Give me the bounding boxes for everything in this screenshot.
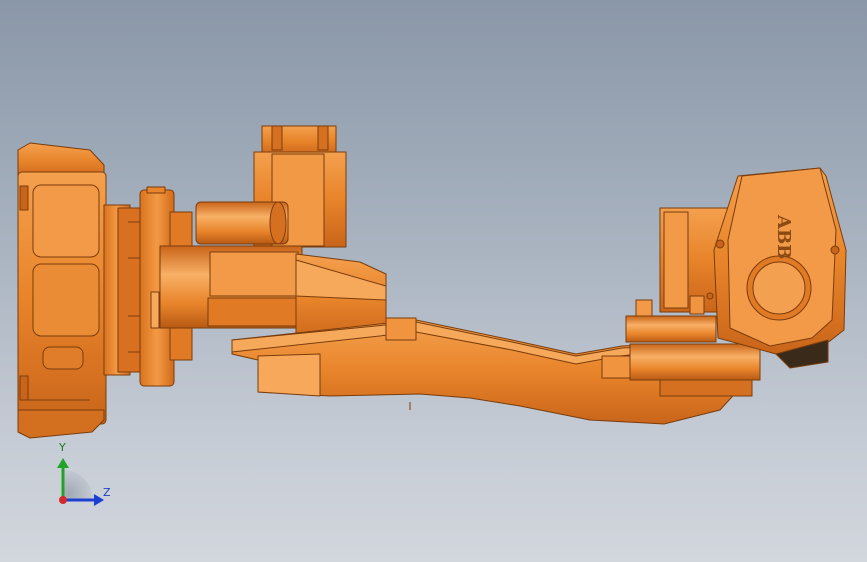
x-axis-dot: [59, 496, 67, 504]
y-axis-label: Y: [59, 441, 66, 454]
base-plate: [17, 142, 107, 439]
balancer-cylinder: [195, 201, 289, 245]
robot-model[interactable]: ABB: [0, 0, 867, 562]
brand-logo: ABB: [773, 214, 794, 259]
upper-arm-housing: [706, 167, 847, 369]
z-axis-label: Z: [103, 486, 111, 499]
orientation-triad: [57, 458, 104, 506]
cad-viewport[interactable]: ABB Y Z: [0, 0, 867, 562]
